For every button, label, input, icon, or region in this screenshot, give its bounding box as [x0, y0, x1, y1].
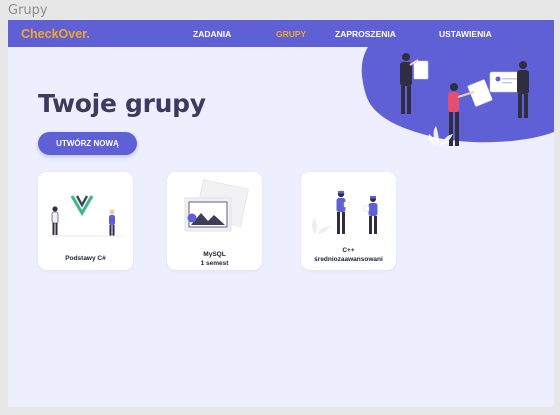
nav-item-zaproszenia[interactable]: ZAPROSZENIA	[335, 29, 396, 39]
image-placeholder-icon	[184, 179, 249, 232]
group-card-mysql[interactable]: MySQL 1 semest	[167, 172, 262, 270]
window-title: Grupy	[8, 3, 48, 18]
nav-item-zadania[interactable]: ZADANIA	[193, 29, 231, 39]
create-group-button[interactable]: UTWÓRZ NOWĄ	[38, 132, 137, 155]
nav-item-ustawienia[interactable]: USTAWIENIA	[439, 29, 492, 39]
nav-item-grupy[interactable]: GRUPY	[276, 29, 306, 39]
page-title: Twoje grupy	[38, 89, 206, 118]
group-name: Podstawy C#	[65, 255, 106, 262]
vue-logo-people-illustration	[48, 195, 123, 237]
group-card-cpp[interactable]: C++ średniozaawansowani	[301, 172, 396, 270]
team-people-illustration	[312, 190, 378, 234]
group-card-podstawy-csharp[interactable]: Podstawy C#	[38, 172, 133, 270]
app-canvas: CheckOver. ZADANIA GRUPY ZAPROSZENIA UST…	[8, 20, 554, 407]
group-name: MySQL 1 semest	[200, 251, 229, 267]
group-name: C++ średniozaawansowani	[314, 247, 383, 263]
app-logo[interactable]: CheckOver.	[21, 27, 90, 41]
top-navbar: CheckOver. ZADANIA GRUPY ZAPROSZENIA UST…	[8, 20, 554, 47]
